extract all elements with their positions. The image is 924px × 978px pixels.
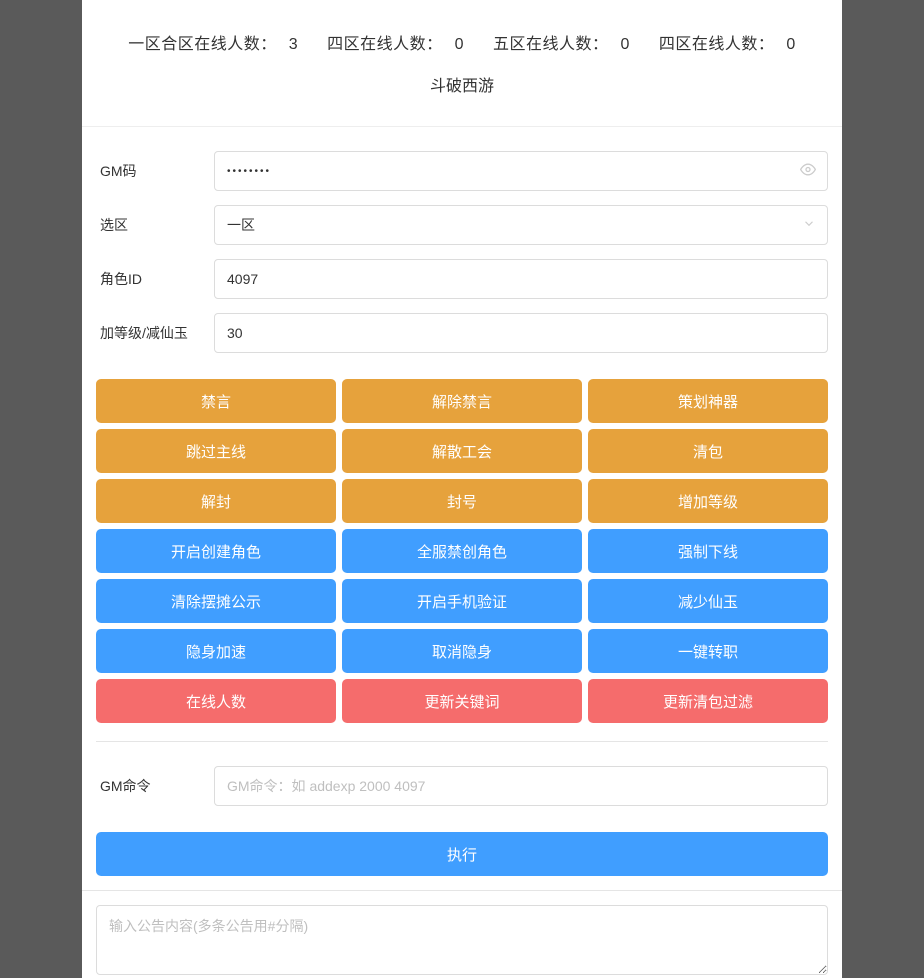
- role-id-input[interactable]: [214, 259, 828, 299]
- form-section: GM码 选区 一区 角色ID 加等级/减仙玉: [82, 127, 842, 379]
- row-zone: 选区 一区: [96, 205, 828, 245]
- unmute-button[interactable]: 解除禁言: [342, 379, 582, 423]
- clear-stall-button[interactable]: 清除摆摊公示: [96, 579, 336, 623]
- announce-section: [82, 890, 842, 978]
- main-panel: 一区合区在线人数：3 四区在线人数：0 五区在线人数：0 四区在线人数：0 斗破…: [82, 0, 842, 978]
- unban-button[interactable]: 解封: [96, 479, 336, 523]
- cancel-stealth-button[interactable]: 取消隐身: [342, 629, 582, 673]
- planner-item-button[interactable]: 策划神器: [588, 379, 828, 423]
- game-title: 斗破西游: [102, 72, 822, 96]
- button-grid: 禁言 解除禁言 策划神器 跳过主线 解散工会 清包 解封 封号 增加等级 开启创…: [82, 379, 842, 723]
- gm-code-input[interactable]: [214, 151, 828, 191]
- gm-cmd-input[interactable]: [214, 766, 828, 806]
- clear-bag-button[interactable]: 清包: [588, 429, 828, 473]
- cmd-section: GM命令: [82, 742, 842, 832]
- label-zone: 选区: [96, 215, 214, 235]
- stat-zone1: 一区合区在线人数：3: [122, 36, 304, 53]
- header: 一区合区在线人数：3 四区在线人数：0 五区在线人数：0 四区在线人数：0 斗破…: [82, 0, 842, 127]
- disband-guild-button[interactable]: 解散工会: [342, 429, 582, 473]
- stealth-speed-button[interactable]: 隐身加速: [96, 629, 336, 673]
- mute-button[interactable]: 禁言: [96, 379, 336, 423]
- announce-textarea[interactable]: [96, 905, 828, 975]
- skip-main-button[interactable]: 跳过主线: [96, 429, 336, 473]
- label-role-id: 角色ID: [96, 269, 214, 289]
- stat-zone5: 五区在线人数：0: [487, 36, 636, 53]
- reduce-jade-button[interactable]: 减少仙玉: [588, 579, 828, 623]
- zone-select[interactable]: 一区: [214, 205, 828, 245]
- disable-create-role-button[interactable]: 全服禁创角色: [342, 529, 582, 573]
- online-stats: 一区合区在线人数：3 四区在线人数：0 五区在线人数：0 四区在线人数：0: [102, 30, 822, 54]
- add-level-button[interactable]: 增加等级: [588, 479, 828, 523]
- label-gm-cmd: GM命令: [96, 776, 214, 796]
- stat-zone4a: 四区在线人数：0: [321, 36, 470, 53]
- eye-icon[interactable]: [800, 162, 816, 181]
- row-gm-cmd: GM命令: [96, 766, 828, 806]
- row-level-jade: 加等级/减仙玉: [96, 313, 828, 353]
- online-count-button[interactable]: 在线人数: [96, 679, 336, 723]
- ban-button[interactable]: 封号: [342, 479, 582, 523]
- row-gm-code: GM码: [96, 151, 828, 191]
- stat-zone4b: 四区在线人数：0: [653, 36, 802, 53]
- update-keywords-button[interactable]: 更新关键词: [342, 679, 582, 723]
- row-role-id: 角色ID: [96, 259, 828, 299]
- update-clearbag-filter-button[interactable]: 更新清包过滤: [588, 679, 828, 723]
- enable-create-role-button[interactable]: 开启创建角色: [96, 529, 336, 573]
- change-job-button[interactable]: 一键转职: [588, 629, 828, 673]
- execute-button[interactable]: 执行: [96, 832, 828, 876]
- level-jade-input[interactable]: [214, 313, 828, 353]
- label-gm-code: GM码: [96, 161, 214, 181]
- force-offline-button[interactable]: 强制下线: [588, 529, 828, 573]
- enable-phone-verify-button[interactable]: 开启手机验证: [342, 579, 582, 623]
- label-level-jade: 加等级/减仙玉: [96, 323, 214, 343]
